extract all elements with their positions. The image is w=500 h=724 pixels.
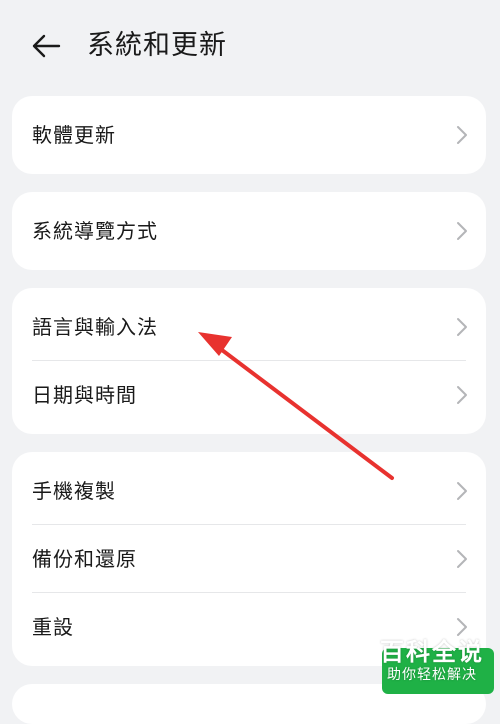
back-button[interactable] xyxy=(26,28,66,64)
header: 系統和更新 xyxy=(0,0,500,92)
settings-item-label: 手機複製 xyxy=(32,479,116,503)
settings-item-label: 備份和還原 xyxy=(32,547,137,571)
chevron-right-icon xyxy=(457,618,467,636)
settings-group-language-date: 語言與輸入法 日期與時間 xyxy=(12,288,486,434)
settings-item-date-time[interactable]: 日期與時間 xyxy=(12,363,486,427)
divider xyxy=(32,524,466,525)
settings-group-navigation: 系統導覽方式 xyxy=(12,192,486,270)
watermark-logo: 百科全说 助你轻松解决 xyxy=(376,638,488,684)
settings-item-label: 軟體更新 xyxy=(32,123,116,147)
divider xyxy=(32,592,466,593)
divider xyxy=(32,360,466,361)
settings-item-software-update[interactable]: 軟體更新 xyxy=(12,103,486,167)
settings-item-language-input[interactable]: 語言與輸入法 xyxy=(12,295,486,359)
settings-group-software: 軟體更新 xyxy=(12,96,486,174)
settings-item-label: 重設 xyxy=(32,615,74,639)
settings-item-phone-clone[interactable]: 手機複製 xyxy=(12,459,486,523)
settings-item-label: 日期與時間 xyxy=(32,383,137,407)
chevron-right-icon xyxy=(457,550,467,568)
chevron-right-icon xyxy=(457,318,467,336)
watermark-title: 百科全说 xyxy=(380,638,484,666)
settings-item-label: 語言與輸入法 xyxy=(32,315,158,339)
chevron-right-icon xyxy=(457,386,467,404)
settings-item-backup-restore[interactable]: 備份和還原 xyxy=(12,527,486,591)
chevron-right-icon xyxy=(457,126,467,144)
page-title: 系統和更新 xyxy=(87,30,227,61)
settings-item-system-navigation[interactable]: 系統導覽方式 xyxy=(12,199,486,263)
settings-item-label: 系統導覽方式 xyxy=(32,219,158,243)
settings-group-backup-reset: 手機複製 備份和還原 重設 xyxy=(12,452,486,666)
chevron-right-icon xyxy=(457,222,467,240)
watermark-subtitle: 助你轻松解决 xyxy=(387,667,477,683)
arrow-left-icon xyxy=(32,34,61,58)
chevron-right-icon xyxy=(457,482,467,500)
